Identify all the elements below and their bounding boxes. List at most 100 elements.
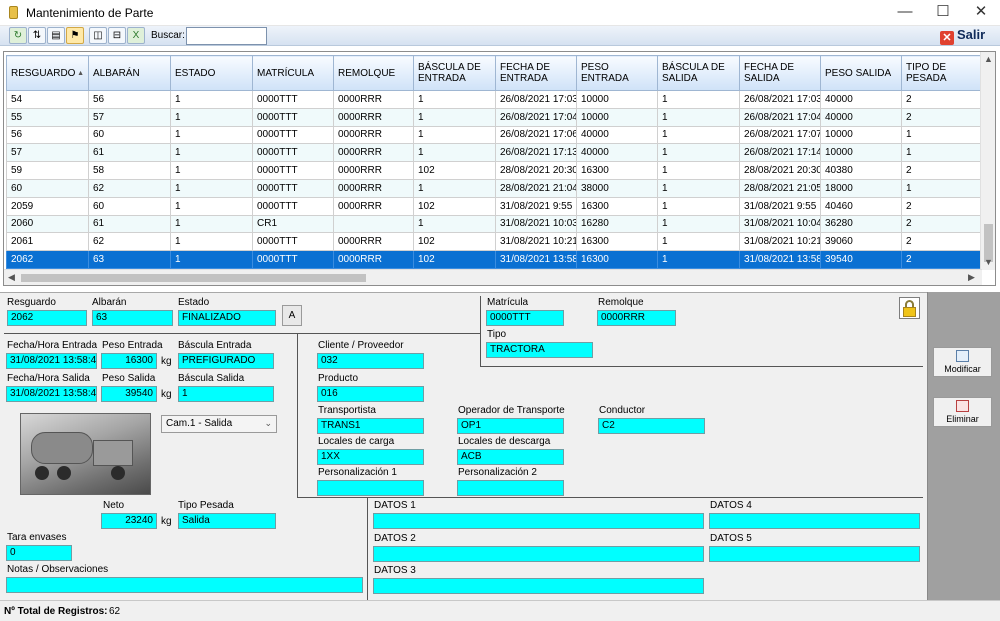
datos2-field[interactable] — [373, 546, 704, 562]
table-row[interactable]: 2059 60 1 0000TTT 0000RRR 102 31/08/2021 9:55 1… — [6, 196, 983, 216]
locales-descarga-field[interactable]: ACB — [457, 449, 564, 465]
datos1-field[interactable] — [373, 513, 704, 529]
lock-icon[interactable] — [899, 297, 920, 319]
table-cell: 1 — [657, 107, 740, 127]
pers1-field[interactable] — [317, 480, 424, 496]
column-header[interactable]: TIPO DE PESADA — [901, 55, 983, 91]
transportista-field[interactable]: TRANS1 — [317, 418, 424, 434]
close-icon[interactable]: ✕ — [962, 0, 1000, 26]
minimize-icon[interactable]: — — [886, 0, 924, 26]
search-input[interactable] — [186, 27, 267, 45]
camera-select[interactable]: Cam.1 - Salida ⌄ — [161, 415, 277, 433]
peso-entrada-field[interactable]: 16300 — [101, 353, 157, 369]
scroll-down-icon[interactable]: ▼ — [984, 257, 993, 267]
operador-field[interactable]: OP1 — [457, 418, 564, 434]
datos5-field[interactable] — [709, 546, 920, 562]
table-cell: 10000 — [576, 107, 658, 127]
column-header[interactable]: BÁSCULA DE ENTRADA — [413, 55, 496, 91]
table-cell: 28/08/2021 21:04 — [495, 178, 577, 198]
matricula-field[interactable]: 0000TTT — [486, 310, 564, 326]
albaran-field[interactable]: 63 — [92, 310, 173, 326]
notas-field[interactable] — [6, 577, 363, 593]
peso-salida-field[interactable]: 39540 — [101, 386, 157, 402]
column-header[interactable]: PESO SALIDA — [820, 55, 902, 91]
sort-icon[interactable]: ⇅ — [28, 27, 46, 44]
table-cell: 28/08/2021 20:30 — [739, 161, 821, 180]
scroll-left-icon[interactable]: ◀ — [8, 272, 15, 283]
tipo-pesada-label: Tipo Pesada — [178, 500, 234, 511]
table-cell: 31/08/2021 10:03 — [495, 214, 577, 234]
producto-field[interactable]: 016 — [317, 386, 424, 402]
horizontal-scrollbar[interactable]: ◀ ▶ — [4, 269, 982, 285]
column-header[interactable]: FECHA DE SALIDA — [739, 55, 821, 91]
column-header[interactable]: PESO ENTRADA — [576, 55, 658, 91]
layout-rows-icon[interactable]: ⊟ — [108, 27, 126, 44]
table-row[interactable]: 2060 61 1 CR1 1 31/08/2021 10:03 16280 1 31/08/2… — [6, 214, 983, 234]
edit-icon — [956, 350, 969, 362]
table-row[interactable]: 2062 63 1 0000TTT 0000RRR 102 31/08/2021 13:58… — [6, 250, 983, 269]
table-row[interactable]: 54 56 1 0000TTT 0000RRR 1 26/08/2021 17:03 1000… — [6, 90, 983, 109]
table-cell: 16280 — [576, 214, 658, 234]
table-cell: 54 — [6, 90, 89, 109]
pers2-field[interactable] — [457, 480, 564, 496]
column-header[interactable]: MATRÍCULA — [252, 55, 334, 91]
fecha-salida-label: Fecha/Hora Salida — [7, 373, 90, 384]
column-header[interactable]: ESTADO — [170, 55, 253, 91]
excel-export-icon[interactable]: X — [127, 27, 145, 44]
tipo-field[interactable]: TRACTORA — [486, 342, 593, 358]
scroll-right-icon[interactable]: ▶ — [968, 272, 975, 283]
table-row[interactable]: 55 57 1 0000TTT 0000RRR 1 26/08/2021 17:04 1000… — [6, 107, 983, 127]
table-cell: 28/08/2021 20:30 — [495, 161, 577, 180]
remolque-field[interactable]: 0000RRR — [597, 310, 676, 326]
layout-columns-icon[interactable]: ◫ — [89, 27, 107, 44]
table-row[interactable]: 59 58 1 0000TTT 0000RRR 102 28/08/2021 20:30 16… — [6, 161, 983, 180]
bascula-entrada-field[interactable]: PREFIGURADO — [178, 353, 274, 369]
delete-button[interactable]: Eliminar — [933, 397, 992, 427]
table-cell: 31/08/2021 10:04 — [739, 214, 821, 234]
table-cell: 0000RRR — [333, 143, 414, 163]
tara-field[interactable]: 0 — [6, 545, 72, 561]
tipo-pesada-field[interactable]: Salida — [178, 513, 276, 529]
fecha-entrada-field[interactable]: 31/08/2021 13:58:45 — [6, 353, 97, 369]
modify-button[interactable]: Modificar — [933, 347, 992, 377]
table-row[interactable]: 57 61 1 0000TTT 0000RRR 1 26/08/2021 17:13 4000… — [6, 143, 983, 163]
conductor-field[interactable]: C2 — [598, 418, 705, 434]
table-cell: 26/08/2021 17:03 — [495, 90, 577, 109]
estado-field[interactable]: FINALIZADO — [178, 310, 276, 326]
estado-a-button[interactable]: A — [282, 305, 302, 326]
filter-icon[interactable]: ⚑ — [66, 27, 84, 44]
datos4-field[interactable] — [709, 513, 920, 529]
table-cell: 2060 — [6, 214, 89, 234]
locales-carga-field[interactable]: 1XX — [317, 449, 424, 465]
table-cell: 1 — [170, 125, 253, 145]
column-header[interactable]: ALBARÁN — [88, 55, 171, 91]
neto-field[interactable]: 23240 — [101, 513, 157, 529]
table-cell: 2 — [901, 214, 983, 234]
column-header[interactable]: FECHA DE ENTRADA — [495, 55, 577, 91]
table-row[interactable]: 2061 62 1 0000TTT 0000RRR 102 31/08/2021 10:21… — [6, 232, 983, 252]
table-cell: 56 — [88, 90, 171, 109]
hscroll-thumb[interactable] — [21, 274, 366, 282]
table-cell: 1 — [901, 143, 983, 163]
scroll-up-icon[interactable]: ▲ — [984, 54, 993, 64]
resguardo-field[interactable]: 2062 — [7, 310, 87, 326]
datos3-field[interactable] — [373, 578, 704, 594]
table-row[interactable]: 56 60 1 0000TTT 0000RRR 1 26/08/2021 17:06 4000… — [6, 125, 983, 145]
exit-label: Salir — [957, 27, 986, 42]
column-header[interactable]: BÁSCULA DE SALIDA — [657, 55, 740, 91]
vertical-scrollbar[interactable]: ▲ ▼ — [980, 52, 995, 270]
refresh-icon[interactable]: ↻ — [9, 27, 27, 44]
bascula-salida-field[interactable]: 1 — [178, 386, 274, 402]
maximize-icon[interactable]: ☐ — [924, 0, 962, 26]
exit-button[interactable]: ✕ Salir — [940, 27, 996, 45]
table-cell: 1 — [170, 143, 253, 163]
print-icon[interactable]: ▤ — [47, 27, 65, 44]
column-header[interactable]: REMOLQUE — [333, 55, 414, 91]
fecha-salida-field[interactable]: 31/08/2021 13:58:45 — [6, 386, 97, 402]
albaran-label: Albarán — [92, 297, 127, 308]
cliente-field[interactable]: 032 — [317, 353, 424, 369]
table-cell: 1 — [657, 196, 740, 216]
table-cell: 1 — [413, 143, 496, 163]
table-row[interactable]: 60 62 1 0000TTT 0000RRR 1 28/08/2021 21:04 3800… — [6, 178, 983, 198]
column-header[interactable]: RESGUARDO ▲ — [6, 55, 89, 91]
